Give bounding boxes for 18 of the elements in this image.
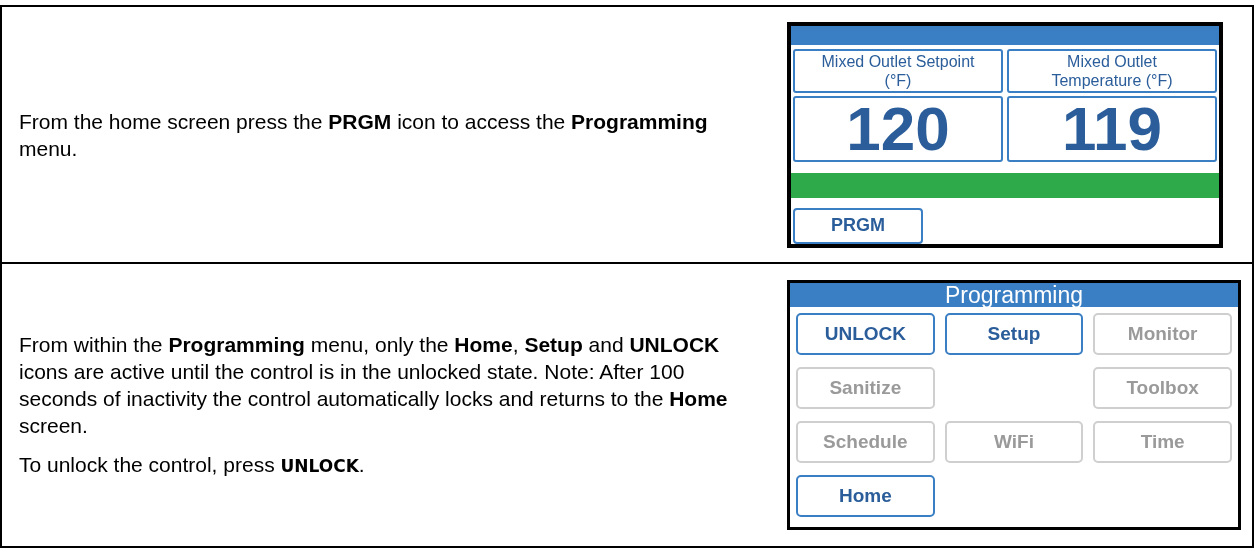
panel-label: Mixed Outlet Setpoint (°F) (793, 48, 1003, 93)
instruction-text: From the home screen press the PRGM icon to access the Programming menu. (19, 108, 709, 162)
menu-button[interactable]: Schedule (796, 421, 935, 463)
prgm-button[interactable]: PRGM (793, 208, 923, 244)
panel-label: Mixed Outlet Temperature (°F) (1007, 48, 1217, 93)
menu-button[interactable]: Sanitize (796, 367, 935, 409)
menu-button[interactable]: UNLOCK (796, 313, 935, 355)
menu-button[interactable]: Toolbox (1093, 367, 1232, 409)
menu-button[interactable]: WiFi (944, 421, 1084, 463)
menu-button[interactable]: Time (1093, 421, 1232, 463)
menu-button[interactable]: Setup (944, 313, 1084, 355)
menu-button[interactable]: Monitor (1093, 313, 1232, 355)
instruction-text: To unlock the control, press UNLOCK. (19, 451, 366, 478)
menu-button[interactable]: Home (796, 475, 935, 517)
screen-title: Programming (790, 283, 1238, 307)
instruction-text: From within the Programming menu, only the Home, Setup and UNLOCK icons are active until the control is in the unlocked state. Note: After 100 seconds of inactivity the control automatically locks and returns to the Home screen. (19, 331, 729, 439)
panel-value: 119 (1007, 95, 1217, 162)
panel-value: 120 (793, 95, 1003, 162)
